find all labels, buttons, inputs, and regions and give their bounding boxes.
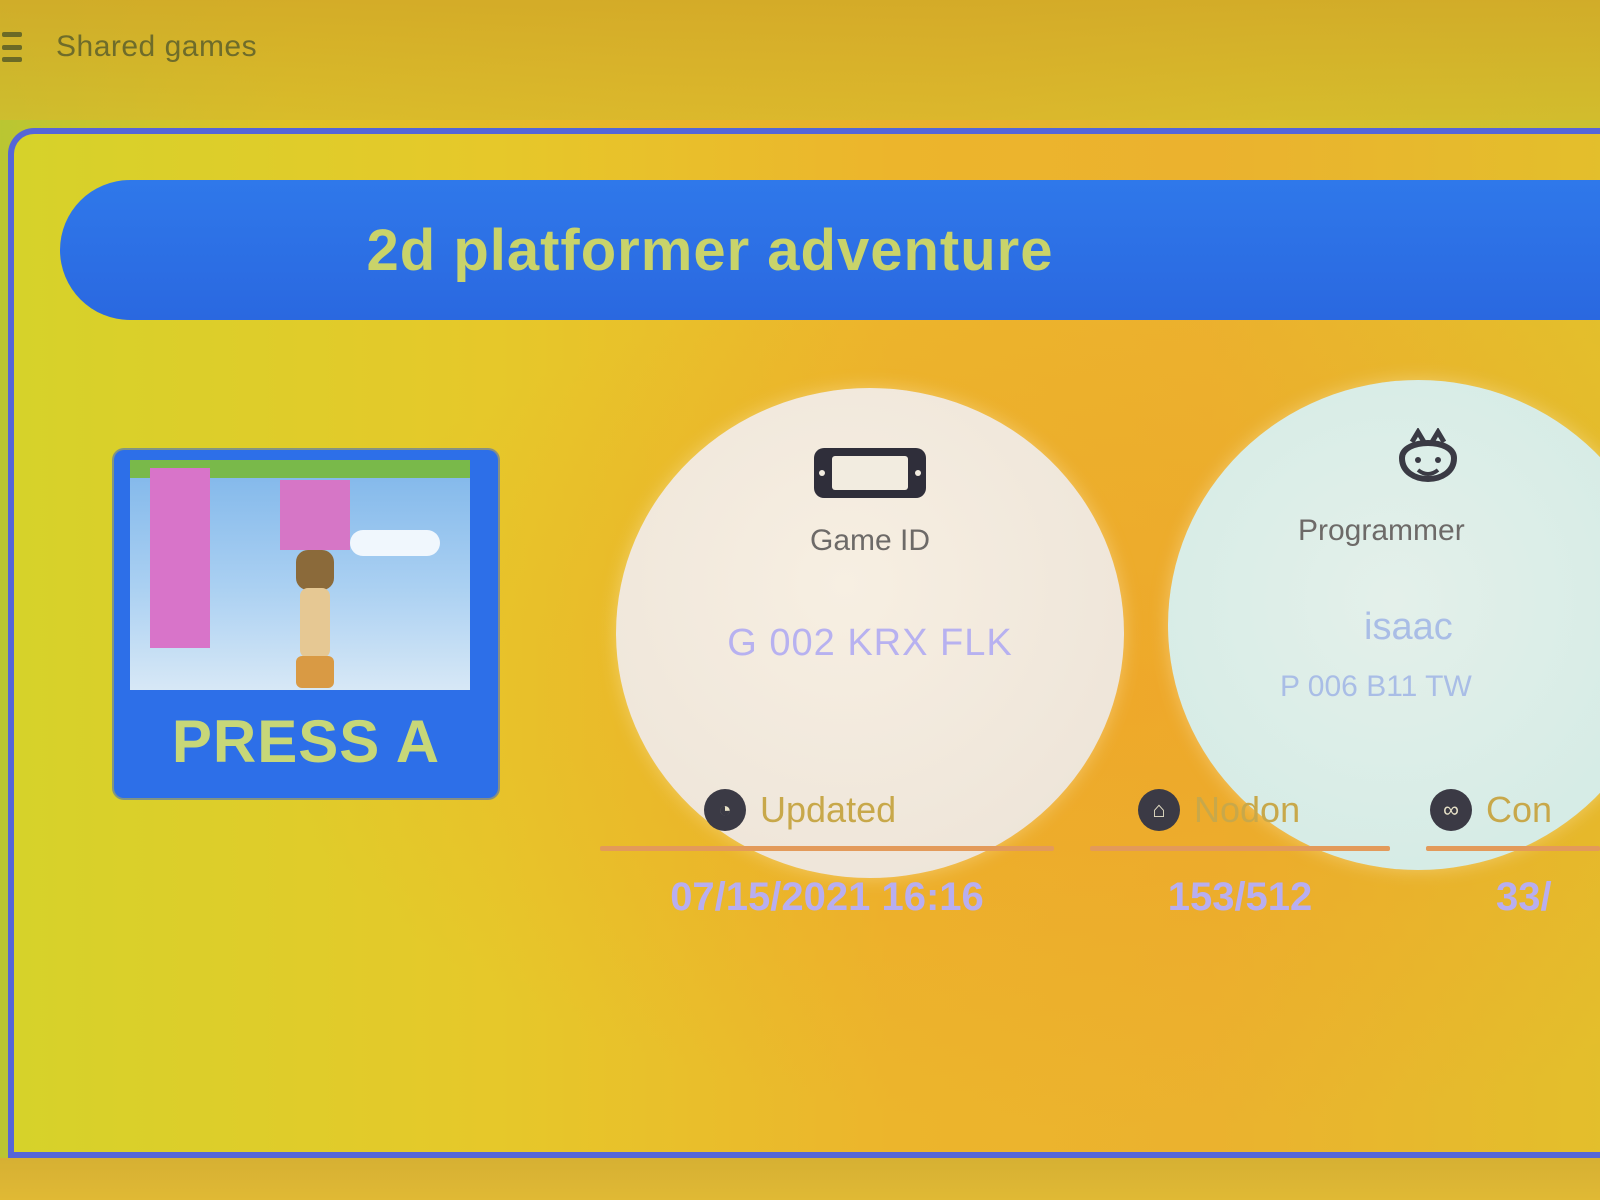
programmer-label: Programmer — [1298, 514, 1465, 547]
menu-icon[interactable] — [0, 32, 28, 62]
game-detail-panel: 2d platformer adventure PRESS A Game ID … — [8, 128, 1600, 1158]
nodon-divider — [1090, 846, 1390, 851]
nodon-label: Nodon — [1194, 789, 1301, 830]
updated-value: 07/15/2021 16:16 — [670, 875, 984, 919]
house-icon: ⌂ — [1138, 789, 1180, 831]
updated-label: Updated — [760, 789, 897, 830]
bottom-strip — [0, 1158, 1600, 1200]
top-bar: Shared games — [0, 0, 1600, 120]
game-id-label: Game ID — [809, 524, 931, 557]
header: Shared games — [0, 30, 257, 64]
stat-updated: ◔ Updated 07/15/2021 16:16 — [600, 782, 1054, 920]
press-a-label: PRESS A — [171, 708, 441, 775]
stat-connections: ∞ Con 33/ — [1426, 782, 1600, 920]
nodon-value: 153/512 — [1167, 875, 1313, 919]
game-thumbnail-button[interactable]: PRESS A — [114, 450, 498, 798]
link-icon: ∞ — [1430, 789, 1472, 831]
connections-divider — [1426, 846, 1600, 851]
updated-divider — [600, 846, 1054, 851]
section-title: Shared games — [56, 30, 258, 63]
face-icon — [1388, 427, 1468, 504]
stat-nodon: ⌂ Nodon 153/512 — [1090, 782, 1390, 920]
programmer-id: P 006 B11 TW — [1280, 670, 1472, 703]
title-banner: 2d platformer adventure — [60, 180, 1600, 320]
handheld-console-icon — [812, 444, 928, 506]
game-title: 2d platformer adventure — [366, 217, 1054, 283]
game-thumbnail-image — [130, 460, 470, 690]
game-id-value: G 002 KRX FLK — [727, 622, 1013, 664]
connections-label: Con — [1486, 789, 1553, 830]
programmer-name: isaac — [1364, 606, 1453, 648]
connections-value: 33/ — [1496, 875, 1552, 919]
clock-icon: ◔ — [704, 789, 746, 831]
